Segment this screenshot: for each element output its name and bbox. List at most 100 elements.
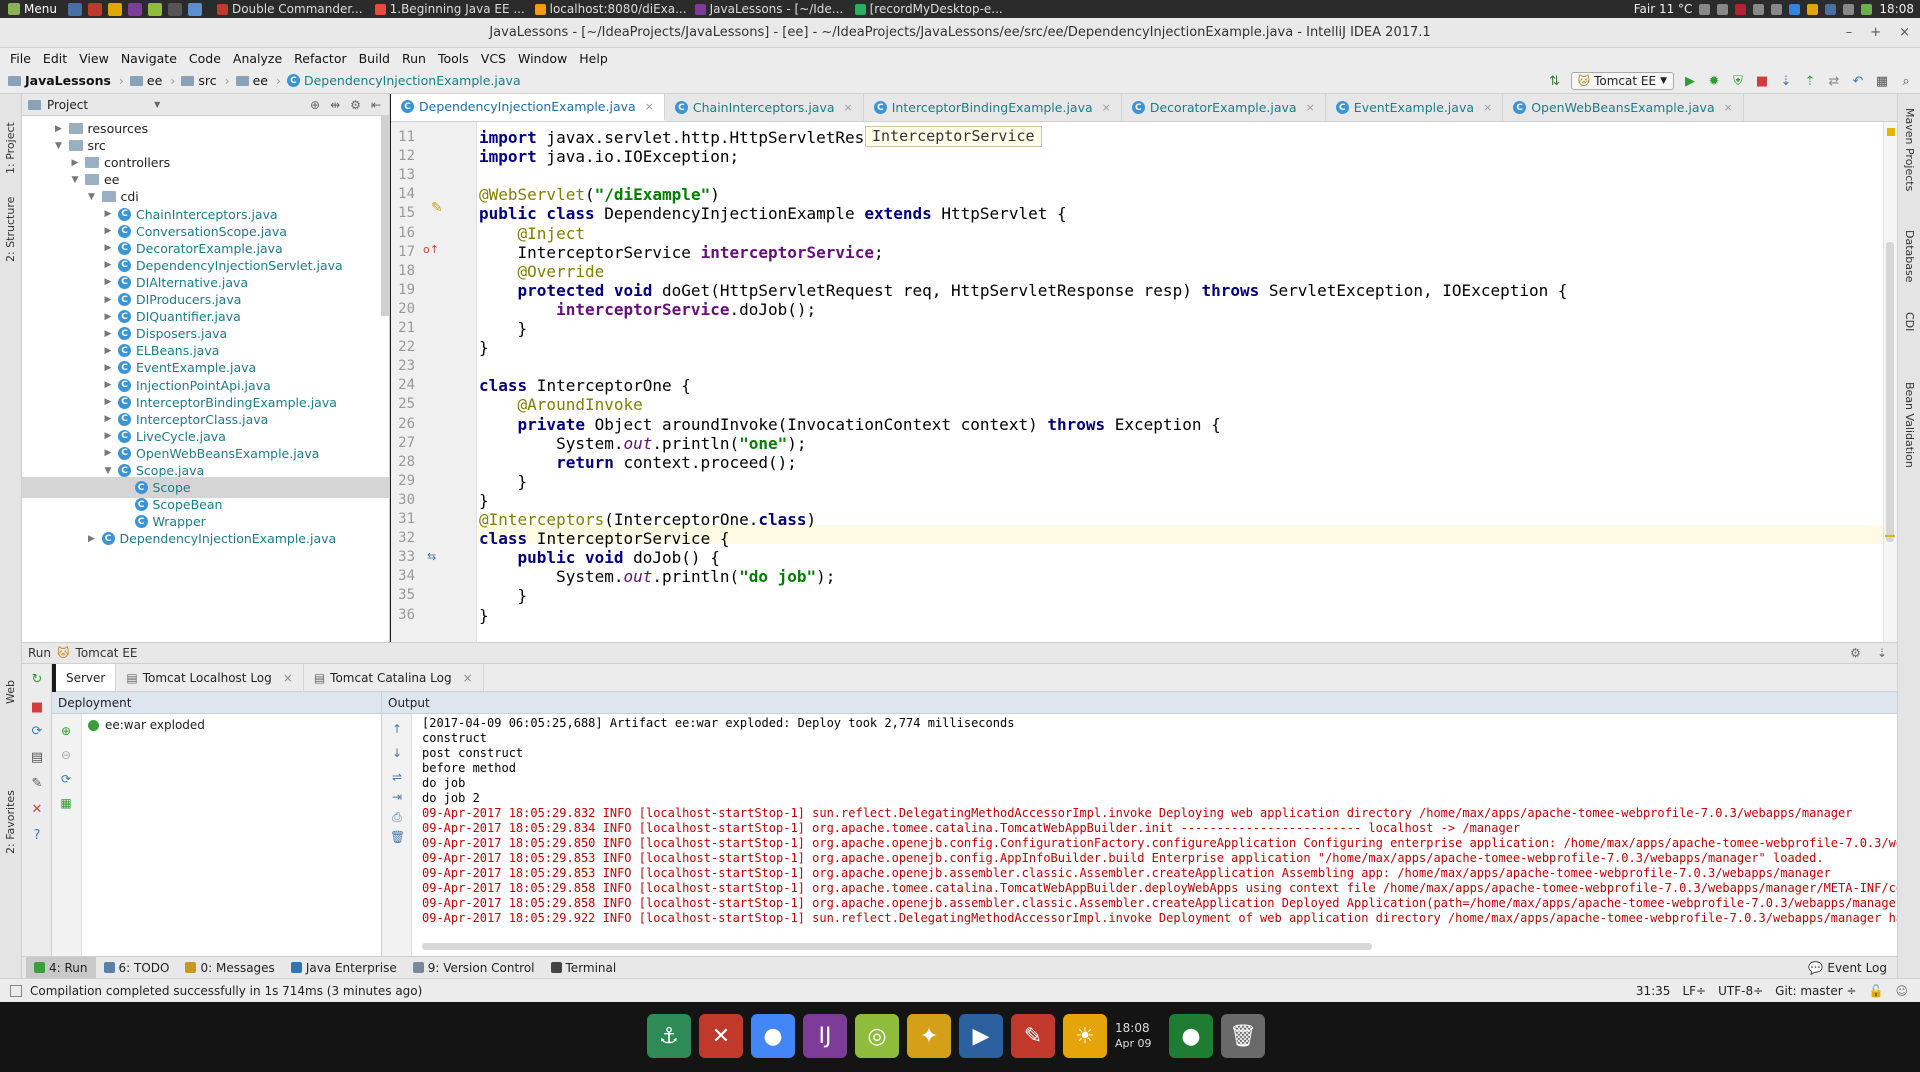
caret-position[interactable]: 31:35: [1636, 984, 1671, 998]
taskbar-window-button[interactable]: [recordMyDesktop-e...: [849, 0, 1009, 18]
menu-code[interactable]: Code: [183, 51, 227, 66]
coverage-icon[interactable]: ⛨: [1730, 73, 1746, 89]
puzzle-icon[interactable]: ✦: [907, 1014, 951, 1058]
close-tab-icon[interactable]: ×: [844, 101, 853, 114]
error-stripe-marker[interactable]: [1885, 535, 1895, 537]
chevron-down-icon[interactable]: ▼: [154, 100, 160, 109]
expand-arrow-icon[interactable]: ▶: [102, 260, 114, 270]
spiral-icon[interactable]: ◎: [855, 1014, 899, 1058]
expand-arrow-icon[interactable]: ▶: [102, 397, 114, 407]
refresh-icon[interactable]: ⟳: [59, 772, 73, 786]
editor-tab[interactable]: C EventExample.java ×: [1326, 94, 1504, 121]
folder-launcher-icon[interactable]: [187, 2, 202, 16]
anchor-icon[interactable]: ⚓: [647, 1014, 691, 1058]
double-commander-icon[interactable]: ✕: [699, 1014, 743, 1058]
code-line[interactable]: return context.proceed();: [479, 453, 797, 472]
build-icon[interactable]: ⇅: [1547, 73, 1563, 89]
expand-arrow-icon[interactable]: ▶: [102, 295, 114, 305]
expand-arrow-icon[interactable]: ▶: [102, 226, 114, 236]
chrome-tray-icon[interactable]: [1807, 3, 1819, 15]
show-desktop-icon[interactable]: [67, 2, 82, 16]
weather-icon[interactable]: ☀: [1063, 1014, 1107, 1058]
bean-validation-tool-button[interactable]: Bean Validation: [1903, 382, 1916, 468]
network-icon[interactable]: [1717, 3, 1729, 15]
project-tree-scrollbar[interactable]: [381, 116, 389, 316]
database-tool-button[interactable]: Database: [1903, 230, 1916, 283]
breadcrumb-item[interactable]: ee ›: [235, 73, 281, 88]
double-commander-launcher-icon[interactable]: [87, 2, 102, 16]
code-line[interactable]: }: [479, 319, 528, 338]
expand-arrow-icon[interactable]: ▶: [102, 346, 114, 356]
editor-tab[interactable]: C ChainInterceptors.java ×: [665, 94, 864, 121]
code-line[interactable]: @AroundInvoke: [479, 395, 643, 414]
sync-icon[interactable]: ⊕: [310, 98, 320, 112]
chrome-launcher-icon[interactable]: [107, 2, 122, 16]
project-tool-button[interactable]: 1: Project: [4, 122, 17, 174]
code-line[interactable]: protected void doGet(HttpServletRequest …: [479, 281, 1568, 300]
run-icon[interactable]: ▶: [1682, 73, 1698, 89]
code-line[interactable]: }: [479, 606, 489, 625]
editor-scroll-thumb[interactable]: [1886, 242, 1894, 542]
vcs-commit-icon[interactable]: ⇡: [1802, 73, 1818, 89]
code-editor[interactable]: ✎ o↑ ⇆ 11 12 13 14 15 16 17 18 19 20 21 22 23 24 25 26 2…: [391, 122, 1897, 642]
status-toggle-icon[interactable]: [10, 984, 22, 997]
close-tab-icon[interactable]: ×: [283, 671, 293, 685]
taskbar-window-button[interactable]: JavaLessons - [~/Ide...: [689, 0, 849, 18]
taskbar-window-button[interactable]: 1.Beginning Java EE ...: [369, 0, 529, 18]
code-line[interactable]: }: [479, 338, 489, 357]
maven-tool-button[interactable]: Maven Projects: [1903, 108, 1916, 191]
stop-icon[interactable]: ■: [29, 700, 45, 716]
project-structure-icon[interactable]: ▦: [1874, 73, 1890, 89]
editor-tab[interactable]: C OpenWebBeansExample.java ×: [1503, 94, 1744, 121]
lock-icon[interactable]: 🔓: [1869, 984, 1884, 998]
interceptor-marker-icon[interactable]: ⇆: [427, 550, 436, 563]
editor-tab[interactable]: C InterceptorBindingExample.java ×: [864, 94, 1122, 121]
menu-navigate[interactable]: Navigate: [115, 51, 183, 66]
menu-edit[interactable]: Edit: [37, 51, 73, 66]
menu-vcs[interactable]: VCS: [475, 51, 512, 66]
project-view-select[interactable]: Project: [47, 98, 88, 112]
code-line[interactable]: System.out.println("do job");: [479, 567, 835, 586]
git-branch[interactable]: Git: master ÷: [1775, 984, 1856, 998]
cdi-tool-button[interactable]: CDI: [1903, 312, 1916, 331]
close-icon[interactable]: ×: [1899, 18, 1910, 48]
code-line[interactable]: class InterceptorService {: [479, 529, 729, 548]
collapse-icon[interactable]: ⇹: [330, 98, 340, 112]
editor-scrollbar[interactable]: [1883, 122, 1897, 642]
bottom-tool-tab[interactable]: Java Enterprise: [283, 957, 405, 979]
undeploy-icon[interactable]: ⊖: [59, 748, 73, 762]
player-icon[interactable]: ▶: [959, 1014, 1003, 1058]
close-tab-icon[interactable]: ×: [1102, 101, 1111, 114]
expand-arrow-icon[interactable]: ▶: [102, 448, 114, 458]
code-line[interactable]: @Inject: [479, 224, 585, 243]
vcs-update-icon[interactable]: ⇣: [1778, 73, 1794, 89]
soft-wrap-icon[interactable]: ⇌: [390, 770, 404, 784]
debug-icon[interactable]: ✹: [1706, 73, 1722, 89]
artifact-icon[interactable]: ▦: [59, 796, 73, 810]
expand-arrow-icon[interactable]: ▶: [102, 431, 114, 441]
code-line[interactable]: System.out.println("one");: [479, 434, 806, 453]
code-line[interactable]: }: [479, 586, 528, 605]
gear-icon[interactable]: ⚙: [350, 98, 361, 112]
stop-icon[interactable]: ■: [1754, 73, 1770, 89]
breadcrumb-item[interactable]: JavaLessons ›: [8, 73, 124, 88]
warning-marker-icon[interactable]: [1887, 128, 1895, 136]
expand-arrow-icon[interactable]: ▶: [102, 277, 114, 287]
menu-analyze[interactable]: Analyze: [227, 51, 288, 66]
code-line[interactable]: }: [479, 472, 528, 491]
battery-level-icon[interactable]: [1861, 3, 1873, 15]
structure-tool-button[interactable]: 2: Structure: [4, 197, 17, 262]
bottom-tool-tab[interactable]: 6: TODO: [96, 957, 178, 979]
console-output[interactable]: [2017-04-09 06:05:25,688] Artifact ee:wa…: [422, 716, 1897, 926]
breadcrumb-item[interactable]: C DependencyInjectionExample.java: [286, 73, 521, 88]
expand-arrow-icon[interactable]: ▶: [86, 534, 98, 544]
expand-arrow-icon[interactable]: ▶: [53, 124, 65, 134]
bluetooth-icon[interactable]: [1843, 3, 1855, 15]
dump-threads-icon[interactable]: ▤: [29, 750, 45, 766]
close-run-icon[interactable]: ✕: [29, 802, 45, 818]
close-tab-icon[interactable]: ×: [463, 671, 473, 685]
breadcrumb-item[interactable]: src ›: [181, 73, 230, 88]
scroll-to-end-icon[interactable]: ⇥: [390, 790, 404, 804]
run-configuration-select[interactable]: 🐱 Tomcat EE ▼: [1570, 72, 1674, 90]
code-line[interactable]: }: [479, 491, 489, 510]
